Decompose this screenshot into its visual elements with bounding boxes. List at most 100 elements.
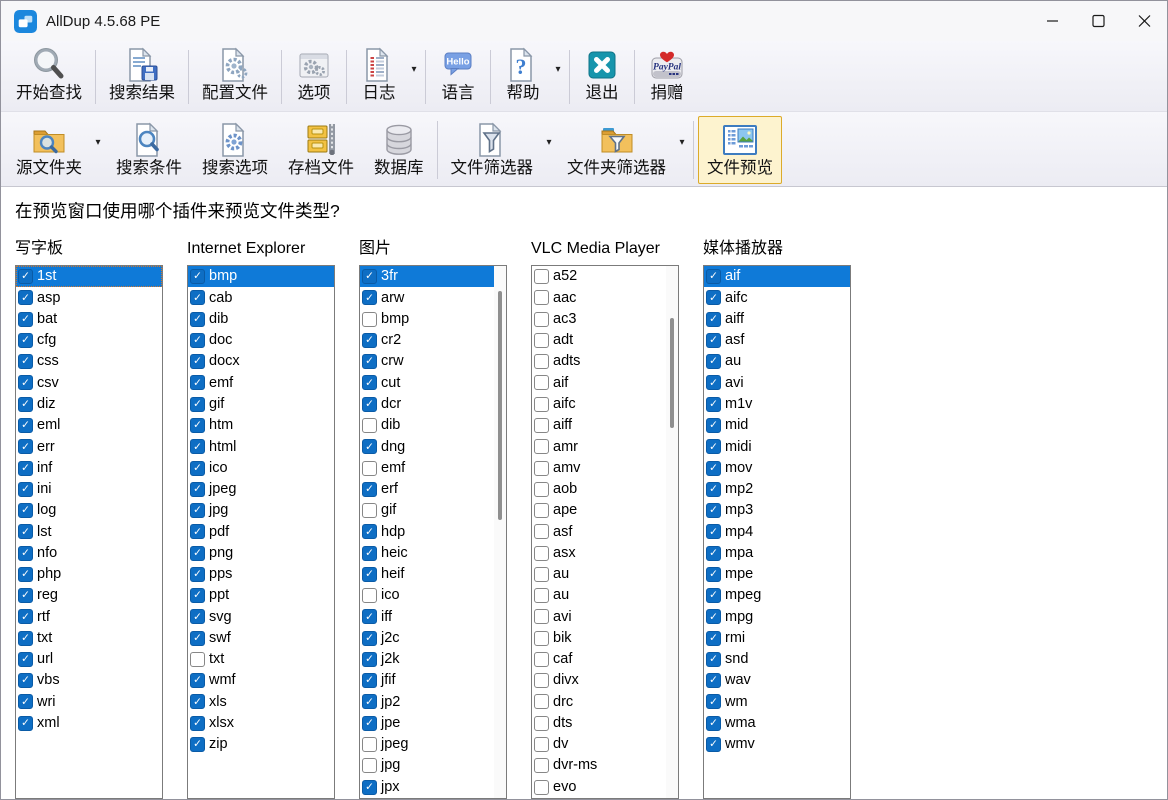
extension-row[interactable]: jpeg bbox=[360, 734, 506, 755]
extension-row[interactable]: ✓wm bbox=[704, 691, 850, 712]
checkbox-checked-icon[interactable]: ✓ bbox=[706, 482, 721, 497]
checkbox-unchecked-icon[interactable] bbox=[534, 694, 549, 709]
extension-listbox[interactable]: ✓bmp✓cab✓dib✓doc✓docx✓emf✓gif✓htm✓html✓i… bbox=[187, 265, 335, 799]
checkbox-checked-icon[interactable]: ✓ bbox=[706, 397, 721, 412]
dropdown-arrow-icon[interactable]: ▾ bbox=[543, 137, 555, 148]
checkbox-checked-icon[interactable]: ✓ bbox=[190, 461, 205, 476]
extension-row[interactable]: ✓bmp bbox=[188, 266, 334, 287]
extension-row[interactable]: ✓heif bbox=[360, 564, 506, 585]
extension-row[interactable]: ✓php bbox=[16, 564, 162, 585]
toolbar-button-file-filter[interactable]: 文件筛选器 bbox=[442, 116, 543, 184]
checkbox-checked-icon[interactable]: ✓ bbox=[18, 418, 33, 433]
extension-row[interactable]: ✓ico bbox=[188, 457, 334, 478]
checkbox-checked-icon[interactable]: ✓ bbox=[18, 397, 33, 412]
checkbox-checked-icon[interactable]: ✓ bbox=[706, 673, 721, 688]
extension-row[interactable]: ✓err bbox=[16, 436, 162, 457]
checkbox-checked-icon[interactable]: ✓ bbox=[706, 694, 721, 709]
extension-row[interactable]: ✓css bbox=[16, 351, 162, 372]
extension-row[interactable]: ✓hdp bbox=[360, 521, 506, 542]
checkbox-checked-icon[interactable]: ✓ bbox=[18, 354, 33, 369]
checkbox-unchecked-icon[interactable] bbox=[362, 758, 377, 773]
extension-row[interactable]: ✓nfo bbox=[16, 542, 162, 563]
checkbox-checked-icon[interactable]: ✓ bbox=[706, 737, 721, 752]
checkbox-unchecked-icon[interactable] bbox=[534, 780, 549, 795]
checkbox-checked-icon[interactable]: ✓ bbox=[18, 567, 33, 582]
checkbox-checked-icon[interactable]: ✓ bbox=[362, 716, 377, 731]
extension-row[interactable]: ✓xls bbox=[188, 691, 334, 712]
dropdown-arrow-icon[interactable]: ▾ bbox=[408, 64, 420, 75]
checkbox-checked-icon[interactable]: ✓ bbox=[706, 461, 721, 476]
checkbox-checked-icon[interactable]: ✓ bbox=[706, 312, 721, 327]
checkbox-checked-icon[interactable]: ✓ bbox=[190, 588, 205, 603]
extension-row[interactable]: bik bbox=[532, 628, 678, 649]
extension-row[interactable]: caf bbox=[532, 649, 678, 670]
extension-row[interactable]: ✓cut bbox=[360, 372, 506, 393]
checkbox-checked-icon[interactable]: ✓ bbox=[190, 546, 205, 561]
extension-row[interactable]: ✓docx bbox=[188, 351, 334, 372]
checkbox-checked-icon[interactable]: ✓ bbox=[706, 567, 721, 582]
checkbox-checked-icon[interactable]: ✓ bbox=[18, 631, 33, 646]
toolbar-button-database[interactable]: 数据库 bbox=[365, 116, 433, 184]
extension-row[interactable]: ac3 bbox=[532, 309, 678, 330]
checkbox-checked-icon[interactable]: ✓ bbox=[706, 503, 721, 518]
checkbox-checked-icon[interactable]: ✓ bbox=[190, 354, 205, 369]
extension-row[interactable]: ✓svg bbox=[188, 606, 334, 627]
extension-listbox[interactable]: ✓3fr✓arwbmp✓cr2✓crw✓cut✓dcrdib✓dngemf✓er… bbox=[359, 265, 507, 799]
extension-row[interactable]: txt bbox=[188, 649, 334, 670]
checkbox-checked-icon[interactable]: ✓ bbox=[362, 673, 377, 688]
extension-row[interactable]: ✓wav bbox=[704, 670, 850, 691]
checkbox-unchecked-icon[interactable] bbox=[534, 461, 549, 476]
checkbox-checked-icon[interactable]: ✓ bbox=[362, 631, 377, 646]
checkbox-unchecked-icon[interactable] bbox=[534, 546, 549, 561]
extension-row[interactable]: ✓asf bbox=[704, 330, 850, 351]
checkbox-checked-icon[interactable]: ✓ bbox=[18, 503, 33, 518]
extension-row[interactable]: jpg bbox=[360, 755, 506, 776]
checkbox-unchecked-icon[interactable] bbox=[534, 652, 549, 667]
extension-row[interactable]: ✓mpe bbox=[704, 564, 850, 585]
extension-row[interactable]: ✓pdf bbox=[188, 521, 334, 542]
extension-row[interactable]: ✓aif bbox=[704, 266, 850, 287]
checkbox-unchecked-icon[interactable] bbox=[190, 652, 205, 667]
scrollbar-thumb[interactable] bbox=[670, 318, 674, 428]
extension-row[interactable]: ✓pps bbox=[188, 564, 334, 585]
extension-row[interactable]: ✓ini bbox=[16, 479, 162, 500]
checkbox-checked-icon[interactable]: ✓ bbox=[362, 439, 377, 454]
checkbox-unchecked-icon[interactable] bbox=[362, 461, 377, 476]
checkbox-checked-icon[interactable]: ✓ bbox=[706, 269, 721, 284]
toolbar-button-profiles[interactable]: 配置文件 bbox=[193, 45, 277, 109]
checkbox-unchecked-icon[interactable] bbox=[534, 758, 549, 773]
checkbox-checked-icon[interactable]: ✓ bbox=[190, 716, 205, 731]
extension-row[interactable]: ✓gif bbox=[188, 394, 334, 415]
checkbox-unchecked-icon[interactable] bbox=[362, 312, 377, 327]
checkbox-checked-icon[interactable]: ✓ bbox=[706, 375, 721, 390]
extension-row[interactable]: divx bbox=[532, 670, 678, 691]
extension-row[interactable]: ✓doc bbox=[188, 330, 334, 351]
checkbox-checked-icon[interactable]: ✓ bbox=[190, 737, 205, 752]
extension-row[interactable]: emf bbox=[360, 457, 506, 478]
extension-row[interactable]: ✓jpe bbox=[360, 713, 506, 734]
extension-row[interactable]: ✓asp bbox=[16, 287, 162, 308]
extension-row[interactable]: ✓j2c bbox=[360, 628, 506, 649]
checkbox-unchecked-icon[interactable] bbox=[534, 609, 549, 624]
checkbox-checked-icon[interactable]: ✓ bbox=[362, 524, 377, 539]
checkbox-checked-icon[interactable]: ✓ bbox=[362, 780, 377, 795]
extension-row[interactable]: ✓wri bbox=[16, 691, 162, 712]
extension-row[interactable]: asx bbox=[532, 542, 678, 563]
extension-row[interactable]: asf bbox=[532, 521, 678, 542]
extension-row[interactable]: ✓jfif bbox=[360, 670, 506, 691]
dropdown-arrow-icon[interactable]: ▾ bbox=[92, 137, 104, 148]
checkbox-checked-icon[interactable]: ✓ bbox=[18, 588, 33, 603]
extension-row[interactable]: amr bbox=[532, 436, 678, 457]
extension-row[interactable]: ✓erf bbox=[360, 479, 506, 500]
extension-row[interactable]: evo bbox=[532, 776, 678, 797]
toolbar-button-options[interactable]: 选项 bbox=[286, 45, 342, 109]
extension-row[interactable]: ✓mp3 bbox=[704, 500, 850, 521]
extension-row[interactable]: ✓mpeg bbox=[704, 585, 850, 606]
toolbar-button-exit[interactable]: 退出 bbox=[574, 45, 630, 109]
toolbar-button-search-options[interactable]: 搜索选项 bbox=[193, 116, 277, 184]
vertical-scrollbar[interactable] bbox=[494, 266, 506, 798]
extension-row[interactable]: ✓m1v bbox=[704, 394, 850, 415]
checkbox-checked-icon[interactable]: ✓ bbox=[706, 333, 721, 348]
checkbox-checked-icon[interactable]: ✓ bbox=[18, 312, 33, 327]
extension-row[interactable]: ✓htm bbox=[188, 415, 334, 436]
